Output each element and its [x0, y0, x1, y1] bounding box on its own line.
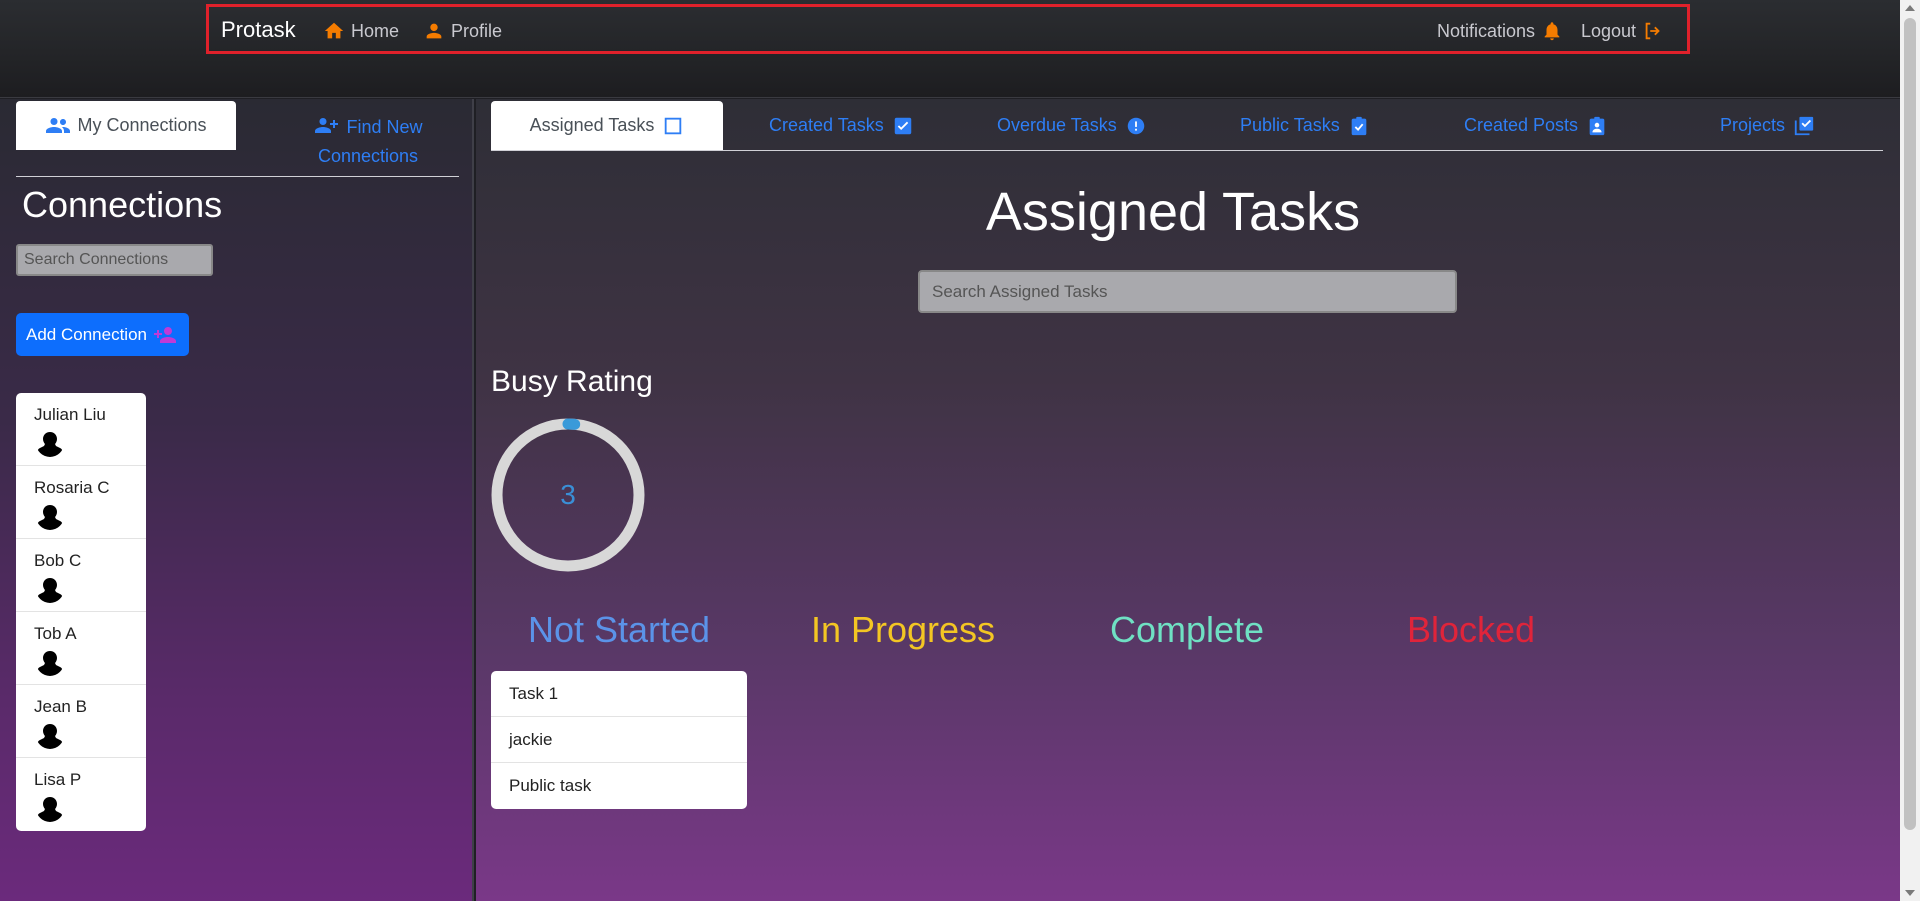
- tab-posts-label: Created Posts: [1464, 115, 1579, 135]
- nav-notifications-link[interactable]: Notifications: [1437, 20, 1563, 42]
- list-item[interactable]: Lisa P: [16, 758, 146, 831]
- avatar: [36, 721, 64, 749]
- silhouette-icon: [37, 797, 63, 822]
- connection-name: Bob C: [34, 551, 82, 570]
- task-item[interactable]: Task 1: [491, 671, 747, 717]
- add-person-icon: [153, 326, 176, 343]
- tab-overdue-tasks[interactable]: Overdue Tasks: [997, 101, 1147, 150]
- tab-find-new-connections[interactable]: Find New Connections: [278, 113, 458, 171]
- brand-logo[interactable]: Protask: [221, 17, 296, 43]
- tab-public-label: Public Tasks: [1240, 115, 1340, 135]
- scroll-up-arrow-icon[interactable]: [1905, 5, 1915, 11]
- list-item[interactable]: Bob C: [16, 539, 146, 612]
- column-complete: Complete: [1109, 609, 1265, 650]
- list-item[interactable]: Julian Liu: [16, 393, 146, 466]
- nav-profile-link[interactable]: Profile: [423, 20, 502, 42]
- scroll-down-arrow-icon[interactable]: [1905, 890, 1915, 896]
- search-connections-input[interactable]: [16, 244, 213, 276]
- connection-name: Jean B: [34, 697, 87, 716]
- tab-public-tasks[interactable]: Public Tasks: [1240, 101, 1370, 150]
- tab-my-connections[interactable]: My Connections: [16, 101, 236, 150]
- nav-profile-label: Profile: [451, 20, 503, 41]
- nav-home-link[interactable]: Home: [323, 20, 399, 42]
- navbar-highlight-box: Protask Home Profile Notifications Logou…: [206, 4, 1690, 54]
- busy-rating-label: Busy Rating: [491, 365, 653, 398]
- tab-projects-label: Projects: [1720, 115, 1786, 135]
- not-started-task-list: Task 1 jackie Public task: [491, 671, 747, 809]
- connection-name: Tob A: [34, 624, 77, 643]
- home-icon: [324, 22, 344, 39]
- connection-name: Julian Liu: [34, 405, 106, 424]
- people-icon: [46, 117, 71, 133]
- tab-created-posts[interactable]: Created Posts: [1464, 101, 1608, 150]
- add-connection-label: Add Connection: [26, 324, 147, 344]
- task-item[interactable]: Public task: [491, 763, 747, 809]
- tasks-panel: Assigned Tasks Created Tasks Overdue Tas…: [476, 99, 1900, 901]
- scroll-thumb[interactable]: [1904, 18, 1916, 830]
- nav-logout-link[interactable]: Logout: [1581, 20, 1664, 42]
- alert-icon: [1127, 117, 1144, 134]
- tab-projects[interactable]: Projects: [1720, 101, 1815, 150]
- list-item[interactable]: Rosaria C: [16, 466, 146, 539]
- tab-find-new-label-1: Find New: [346, 117, 423, 137]
- silhouette-icon: [37, 724, 63, 749]
- top-navbar: Protask Home Profile Notifications Logou…: [0, 0, 1900, 98]
- tab-my-connections-label: My Connections: [77, 115, 207, 135]
- tab-assigned-tasks[interactable]: Assigned Tasks: [491, 101, 723, 150]
- avatar: [36, 794, 64, 822]
- list-item[interactable]: Jean B: [16, 685, 146, 758]
- add-connection-button[interactable]: Add Connection: [16, 313, 189, 356]
- avatar: [36, 502, 64, 530]
- person-icon: [426, 23, 442, 39]
- logout-icon: [1645, 22, 1660, 40]
- bell-icon: [1544, 22, 1560, 41]
- library-check-icon: [1794, 116, 1814, 135]
- avatar: [36, 575, 64, 603]
- connection-name: Lisa P: [34, 770, 82, 789]
- avatar: [36, 648, 64, 676]
- checked-box-icon: [894, 117, 911, 134]
- page-scrollbar[interactable]: [1900, 0, 1920, 901]
- list-item[interactable]: Tob A: [16, 612, 146, 685]
- connections-panel: My Connections Find New Connections Conn…: [0, 99, 474, 901]
- column-in-progress: In Progress: [810, 609, 996, 650]
- tab-created-tasks[interactable]: Created Tasks: [769, 101, 914, 150]
- connections-list: Julian Liu Rosaria C Bob C Tob A Jean B …: [16, 393, 146, 831]
- nav-notifications-label: Notifications: [1437, 20, 1536, 41]
- tab-find-new-label-2: Connections: [317, 146, 419, 166]
- nav-home-label: Home: [351, 20, 400, 41]
- connections-tabs: My Connections Find New Connections: [16, 101, 459, 177]
- avatar: [36, 429, 64, 457]
- column-blocked: Blocked: [1406, 609, 1536, 650]
- busy-rating-value: 3: [560, 479, 576, 510]
- tasks-tabs: Assigned Tasks Created Tasks Overdue Tas…: [491, 101, 1883, 151]
- tab-created-label: Created Tasks: [769, 115, 884, 135]
- page-title: Assigned Tasks: [985, 182, 1361, 242]
- search-assigned-tasks-input[interactable]: [918, 270, 1457, 313]
- clipboard-person-icon: [1589, 116, 1605, 135]
- connection-name: Rosaria C: [34, 478, 110, 497]
- column-not-started: Not Started: [527, 609, 711, 650]
- nav-logout-label: Logout: [1581, 20, 1637, 41]
- silhouette-icon: [37, 432, 63, 457]
- connections-title: Connections: [22, 184, 223, 225]
- silhouette-icon: [37, 651, 63, 676]
- tab-assigned-label: Assigned Tasks: [529, 115, 655, 135]
- silhouette-icon: [37, 505, 63, 530]
- silhouette-icon: [37, 578, 63, 603]
- empty-checkbox-icon: [665, 117, 682, 134]
- tab-overdue-label: Overdue Tasks: [997, 115, 1117, 135]
- add-person-icon: [315, 118, 339, 133]
- task-item[interactable]: jackie: [491, 717, 747, 763]
- clipboard-check-icon: [1351, 116, 1367, 135]
